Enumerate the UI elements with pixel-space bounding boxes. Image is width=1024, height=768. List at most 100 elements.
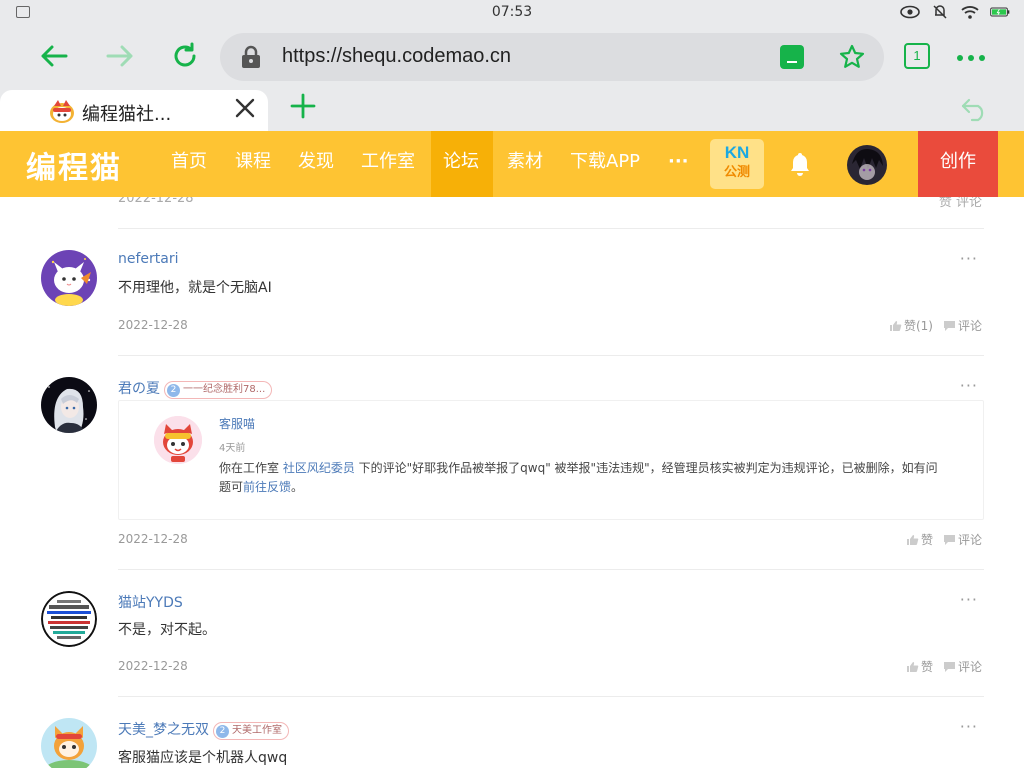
- browser-menu-button[interactable]: [956, 43, 986, 68]
- avatar-image: [41, 591, 97, 647]
- nav-more[interactable]: ···: [656, 131, 701, 197]
- like-label: 赞(1): [903, 319, 933, 333]
- mute-icon: [930, 4, 950, 20]
- reload-button[interactable]: [163, 36, 207, 76]
- notification-button[interactable]: [788, 151, 812, 181]
- comment-text: 客服猫应该是个机器人qwq: [118, 750, 288, 766]
- comment-avatar[interactable]: [41, 591, 97, 647]
- like-label: 赞: [920, 533, 933, 547]
- cast-icon[interactable]: [778, 43, 806, 71]
- badge-label: 天美工作室: [232, 725, 282, 736]
- like-button[interactable]: 赞: [906, 658, 933, 675]
- comment-more-button[interactable]: ···: [960, 249, 978, 268]
- comment-date: 2022-12-28: [118, 659, 188, 673]
- quote-author[interactable]: 客服喵: [219, 415, 255, 432]
- quote-text-3: 。: [291, 480, 304, 494]
- comment-text: 不是，对不起。: [118, 622, 216, 638]
- comment-list: 2022-12-28 赞 评论 nefertari ··· 不用理他，就是个无脑…: [0, 197, 1024, 768]
- battery-icon: [990, 4, 1010, 20]
- comment-avatar[interactable]: [41, 718, 97, 768]
- reply-button[interactable]: 评论: [943, 658, 982, 675]
- studio-badge[interactable]: 2 一一纪念胜利78...: [164, 381, 273, 399]
- divider: [118, 355, 984, 356]
- lock-icon: [242, 45, 260, 68]
- studio-badge[interactable]: 2 天美工作室: [213, 722, 289, 740]
- like-button[interactable]: 赞: [906, 531, 933, 548]
- badge-label: 一一纪念胜利78...: [183, 384, 266, 395]
- nav-studio[interactable]: 工作室: [349, 131, 427, 197]
- back-button[interactable]: [32, 36, 76, 76]
- more-dots-icon: [957, 55, 985, 61]
- nav-courses[interactable]: 课程: [223, 131, 283, 197]
- quote-avatar[interactable]: [154, 416, 202, 464]
- divider: [118, 228, 984, 229]
- nav-forum[interactable]: 论坛: [431, 131, 493, 197]
- reply-button[interactable]: 评论: [943, 317, 982, 334]
- browser-toolbar: https://shequ.codemao.cn 1: [0, 26, 1024, 88]
- plus-icon: [290, 93, 316, 119]
- tab-title: 编程猫社...: [82, 104, 172, 125]
- comment-avatar[interactable]: [41, 250, 97, 306]
- nav-discover[interactable]: 发现: [286, 131, 346, 197]
- nav-materials[interactable]: 素材: [495, 131, 555, 197]
- like-button[interactable]: 赞(1): [889, 317, 933, 334]
- divider: [118, 696, 984, 697]
- codemao-favicon-icon: [50, 100, 74, 123]
- comment-actions: 赞(1) 评论: [889, 317, 982, 334]
- comment-more-button[interactable]: ···: [960, 590, 978, 609]
- comment-icon: [943, 661, 955, 672]
- cut-date: 2022-12-28: [118, 197, 194, 206]
- url-text[interactable]: https://shequ.codemao.cn: [282, 45, 511, 68]
- tab-codemao[interactable]: 编程猫社...: [0, 90, 268, 132]
- quote-text-1: 你在工作室: [219, 461, 283, 475]
- badge-level: 2: [216, 725, 229, 738]
- tab-close-button[interactable]: [234, 96, 256, 126]
- comment-more-button[interactable]: ···: [960, 717, 978, 736]
- comment-date: 2022-12-28: [118, 318, 188, 332]
- comment-author[interactable]: 猫站YYDS: [118, 592, 183, 612]
- comment-actions: 赞 评论: [906, 658, 982, 675]
- avatar-image: [41, 250, 97, 306]
- kn-label: KN: [724, 143, 750, 162]
- arrow-right-icon: [106, 45, 133, 67]
- site-logo[interactable]: 编程猫: [26, 143, 122, 187]
- quote-time: 4天前: [219, 443, 246, 454]
- like-label: 赞: [920, 660, 933, 674]
- comment-date: 2022-12-28: [118, 532, 188, 546]
- kn-beta-label: 公测: [723, 165, 750, 180]
- feedback-link[interactable]: 前往反馈: [243, 480, 291, 494]
- comment-icon: [943, 320, 955, 331]
- studio-link[interactable]: 社区风纪委员: [283, 461, 355, 475]
- nav-download-app[interactable]: 下载APP: [558, 131, 652, 197]
- comment-author: 君の夏 2 一一纪念胜利78...: [118, 378, 273, 399]
- reply-button[interactable]: 评论: [943, 531, 982, 548]
- status-time: 07:53: [491, 4, 533, 20]
- user-avatar-image: [847, 145, 887, 185]
- refresh-icon: [174, 42, 196, 67]
- create-button[interactable]: 创作: [918, 131, 998, 197]
- bookmark-star-icon[interactable]: [838, 43, 866, 71]
- reply-label: 评论: [957, 660, 982, 674]
- tab-count-button[interactable]: 1: [904, 43, 930, 69]
- kefu-cat-avatar-image: [154, 416, 202, 464]
- tab-strip: 编程猫社...: [0, 88, 1024, 132]
- new-tab-button[interactable]: [290, 92, 316, 127]
- author-name[interactable]: 天美_梦之无双: [118, 722, 209, 738]
- undo-close-tab-button[interactable]: [960, 96, 990, 126]
- comment-icon: [943, 534, 955, 545]
- divider: [118, 569, 984, 570]
- author-name[interactable]: 君の夏: [118, 381, 160, 397]
- cut-actions: 赞 评论: [938, 197, 982, 210]
- comment-more-button[interactable]: ···: [960, 376, 978, 395]
- comment-author[interactable]: nefertari: [118, 251, 179, 267]
- thumb-up-icon: [906, 534, 919, 545]
- address-bar[interactable]: https://shequ.codemao.cn: [220, 33, 884, 81]
- close-icon: [235, 98, 255, 118]
- arrow-left-icon: [41, 45, 68, 67]
- user-avatar[interactable]: [846, 144, 888, 190]
- nav-home[interactable]: 首页: [159, 131, 219, 197]
- forward-button[interactable]: [98, 36, 142, 76]
- comment-avatar[interactable]: [41, 377, 97, 433]
- quote-text: 你在工作室 社区风纪委员 下的评论"好耶我作品被举报了qwq" 被举报"违法违规…: [219, 459, 949, 497]
- kn-beta-button[interactable]: KN 公测: [710, 139, 764, 189]
